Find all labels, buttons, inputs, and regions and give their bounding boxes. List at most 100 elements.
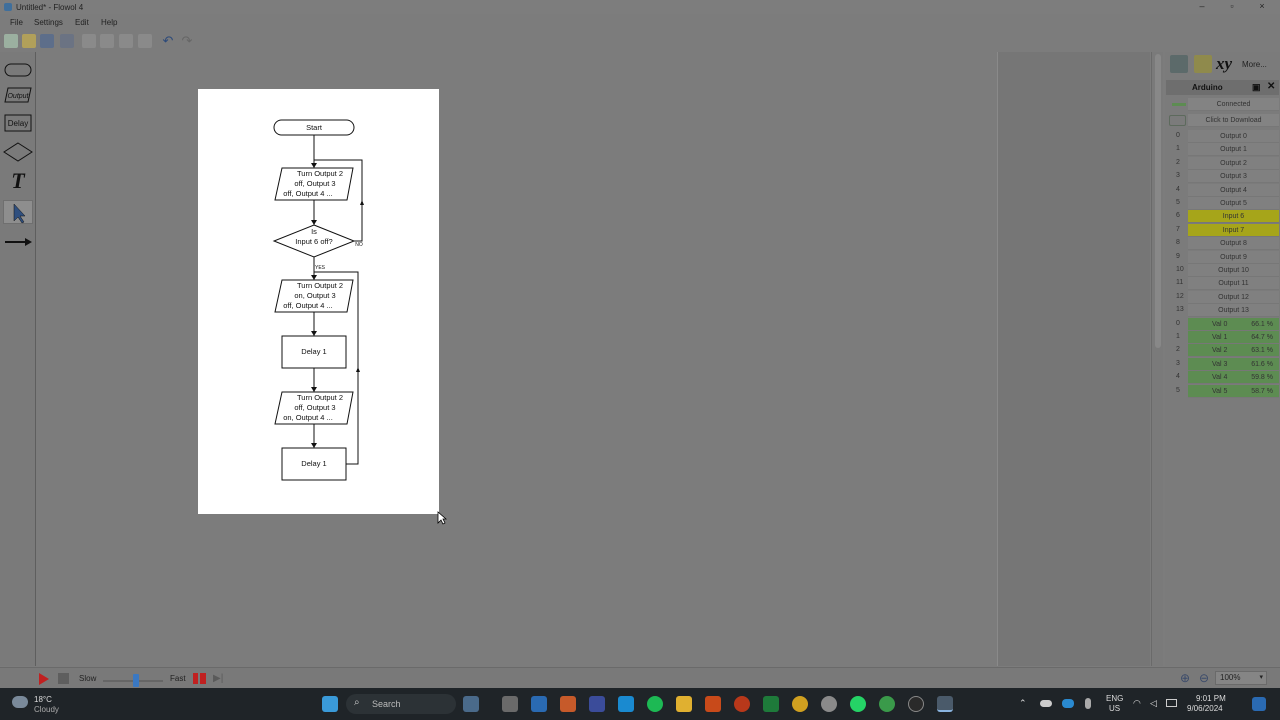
value-row-3[interactable]: 3 Val 3 61.6 %	[1166, 357, 1279, 371]
print-icon[interactable]	[60, 34, 74, 48]
panel-dock-icon[interactable]: ▣	[1252, 82, 1261, 93]
io-row-11[interactable]: 11 Output 11	[1166, 277, 1279, 291]
select-tool[interactable]	[3, 200, 33, 224]
analog-value-indicator[interactable]: Val 2 63.1 %	[1188, 344, 1279, 358]
firefox-icon[interactable]	[560, 696, 576, 712]
whatsapp-icon[interactable]	[850, 696, 866, 712]
input-indicator[interactable]: Input 6	[1188, 210, 1279, 224]
xy-icon[interactable]: xy	[1216, 54, 1232, 74]
close-button[interactable]: ×	[1248, 1, 1276, 13]
canvas-scrollbar[interactable]	[1151, 52, 1163, 666]
output-tool[interactable]: Output	[3, 83, 33, 107]
io-row-2[interactable]: 2 Output 2	[1166, 156, 1279, 170]
io-row-3[interactable]: 3 Output 3	[1166, 170, 1279, 184]
output-indicator[interactable]: Output 5	[1188, 197, 1279, 210]
open-icon[interactable]	[22, 34, 36, 48]
pause-icon[interactable]	[193, 673, 206, 684]
value-row-2[interactable]: 2 Val 2 63.1 %	[1166, 344, 1279, 358]
terminal-tool[interactable]	[3, 58, 33, 82]
copilot-icon[interactable]	[1252, 697, 1266, 711]
io-row-1[interactable]: 1 Output 1	[1166, 143, 1279, 157]
outlook-icon[interactable]	[531, 696, 547, 712]
save-icon[interactable]	[40, 34, 54, 48]
output-indicator[interactable]: Output 2	[1188, 156, 1279, 170]
microcontroller-icon[interactable]	[1194, 55, 1212, 73]
github-icon[interactable]	[908, 696, 924, 712]
zoom-in-icon[interactable]: ⊕	[1180, 671, 1190, 685]
output-indicator[interactable]: Output 10	[1188, 264, 1279, 277]
language-line2[interactable]: US	[1109, 704, 1120, 713]
output-indicator[interactable]: Output 13	[1188, 304, 1279, 318]
microphone-icon[interactable]	[1085, 698, 1091, 709]
menu-help[interactable]: Help	[101, 18, 117, 27]
teams-icon[interactable]	[589, 696, 605, 712]
io-row-6[interactable]: 6 Input 6	[1166, 210, 1279, 224]
delay-tool[interactable]: Delay	[3, 111, 33, 135]
analog-value-indicator[interactable]: Val 1 64.7 %	[1188, 331, 1279, 344]
menu-settings[interactable]: Settings	[34, 18, 63, 27]
widgets-icon[interactable]	[463, 696, 479, 712]
run-icon[interactable]	[38, 673, 50, 685]
maximize-button[interactable]: ▫	[1218, 1, 1246, 13]
value-row-0[interactable]: 0 Val 0 66.1 %	[1166, 317, 1279, 331]
file-explorer-icon[interactable]	[676, 696, 692, 712]
minimize-button[interactable]: –	[1188, 1, 1216, 13]
tray-chevron-icon[interactable]: ⌃	[1019, 698, 1027, 709]
project-icon[interactable]	[763, 696, 779, 712]
settings-icon[interactable]	[821, 696, 837, 712]
analog-value-indicator[interactable]: Val 3 61.6 %	[1188, 357, 1279, 371]
download-row[interactable]: Click to Download	[1166, 114, 1279, 127]
zoom-select[interactable]: 100% ▾	[1215, 671, 1267, 685]
flowol-taskbar-icon[interactable]	[937, 696, 953, 712]
output-indicator[interactable]: Output 3	[1188, 170, 1279, 184]
flowchart-page[interactable]: Start Turn Output 2 off, Output 3 off, O…	[198, 89, 439, 514]
delete-icon[interactable]	[138, 34, 152, 48]
io-row-0[interactable]: 0 Output 0	[1166, 130, 1279, 143]
wifi-icon[interactable]: ◠	[1133, 698, 1141, 709]
speed-slider-thumb[interactable]	[133, 674, 139, 687]
stop-icon[interactable]	[58, 673, 69, 684]
search-box[interactable]: ⌕ Search	[346, 694, 456, 714]
clock-time[interactable]: 9:01 PM	[1196, 694, 1226, 703]
output-indicator[interactable]: Output 1	[1188, 143, 1279, 157]
output-indicator[interactable]: Output 8	[1188, 237, 1279, 251]
language-line1[interactable]: ENG	[1106, 694, 1123, 703]
volume-icon[interactable]: ◁	[1150, 698, 1157, 709]
text-tool[interactable]: T	[3, 169, 33, 193]
input-indicator[interactable]: Input 7	[1188, 223, 1279, 237]
powerpoint-icon[interactable]	[734, 696, 750, 712]
io-row-13[interactable]: 13 Output 13	[1166, 304, 1279, 318]
io-row-9[interactable]: 9 Output 9	[1166, 250, 1279, 264]
arrow-tool[interactable]	[3, 230, 33, 254]
analog-value-indicator[interactable]: Val 0 66.1 %	[1188, 317, 1279, 331]
step-icon[interactable]: ▶|	[213, 673, 225, 684]
office-icon[interactable]	[705, 696, 721, 712]
decision-tool[interactable]	[3, 140, 33, 164]
undo-icon[interactable]: ↶	[161, 34, 175, 48]
analog-value-indicator[interactable]: Val 5 58.7 %	[1188, 384, 1279, 398]
output-indicator[interactable]: Output 0	[1188, 130, 1279, 143]
panel-close-icon[interactable]: ✕	[1267, 81, 1275, 92]
io-row-8[interactable]: 8 Output 8	[1166, 237, 1279, 251]
edge-icon[interactable]	[618, 696, 634, 712]
io-row-12[interactable]: 12 Output 12	[1166, 290, 1279, 304]
new-icon[interactable]	[4, 34, 18, 48]
chrome-icon[interactable]	[792, 696, 808, 712]
analog-value-indicator[interactable]: Val 4 59.8 %	[1188, 371, 1279, 385]
output-indicator[interactable]: Output 4	[1188, 183, 1279, 197]
spotify-icon[interactable]	[647, 696, 663, 712]
io-row-4[interactable]: 4 Output 4	[1166, 183, 1279, 197]
value-row-1[interactable]: 1 Val 1 64.7 %	[1166, 331, 1279, 344]
download-button[interactable]: Click to Download	[1188, 114, 1279, 127]
zoom-out-icon[interactable]: ⊖	[1199, 671, 1209, 685]
value-row-4[interactable]: 4 Val 4 59.8 %	[1166, 371, 1279, 385]
value-row-5[interactable]: 5 Val 5 58.7 %	[1166, 384, 1279, 398]
task-view-icon[interactable]	[502, 696, 518, 712]
scrollbar-thumb[interactable]	[1155, 54, 1161, 348]
battery-icon[interactable]	[1166, 699, 1177, 707]
clock-date[interactable]: 9/06/2024	[1187, 704, 1223, 713]
output-indicator[interactable]: Output 9	[1188, 250, 1279, 264]
menu-file[interactable]: File	[10, 18, 23, 27]
io-row-10[interactable]: 10 Output 10	[1166, 264, 1279, 277]
menu-edit[interactable]: Edit	[75, 18, 89, 27]
